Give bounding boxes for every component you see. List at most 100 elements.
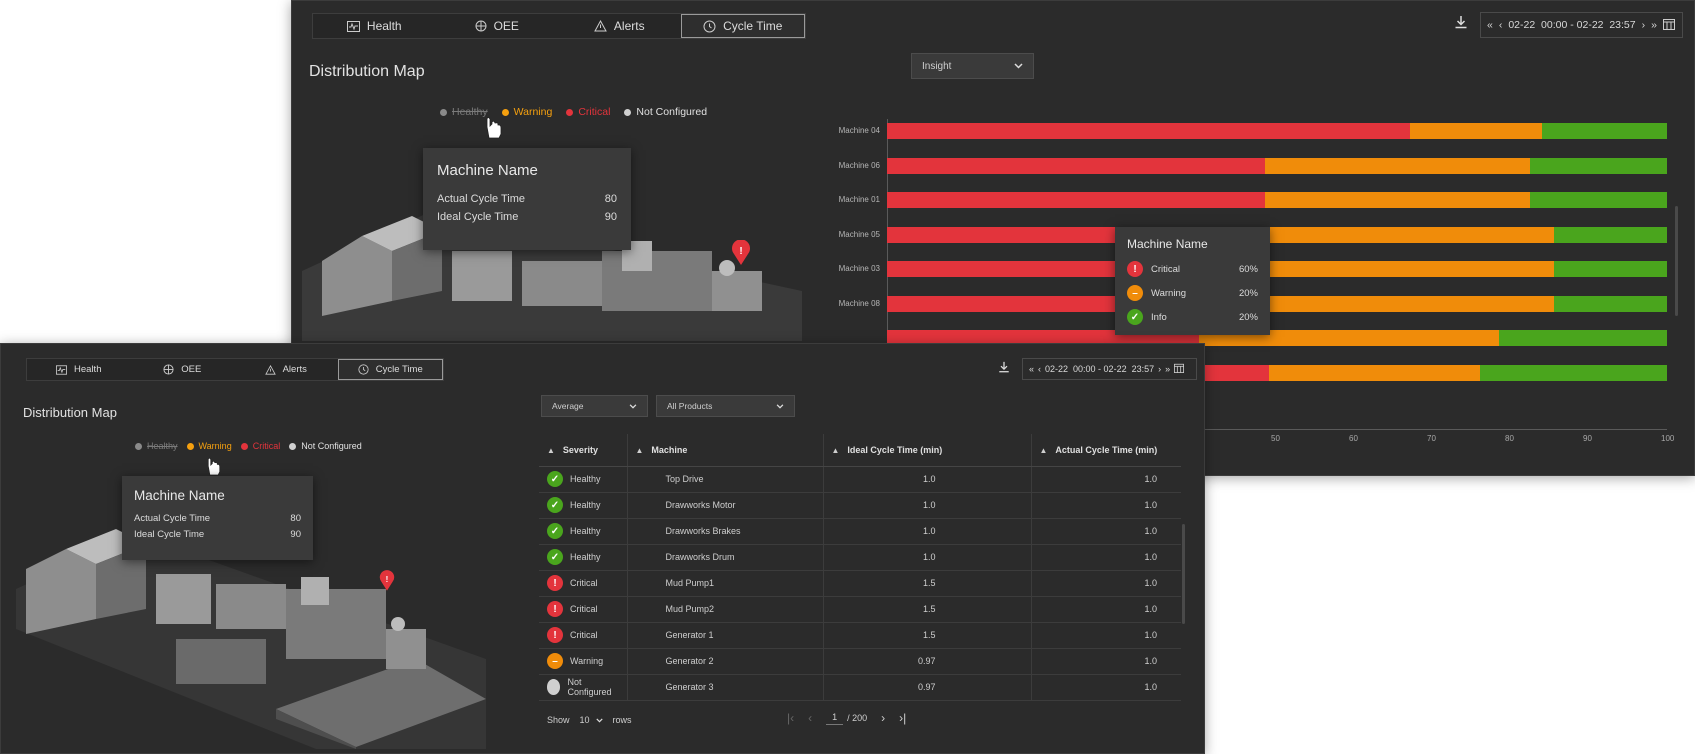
bar-segment-critical[interactable] [887,123,1410,139]
x-tick-label: 90 [1583,434,1592,443]
actual-cycle-time-cell: 1.0 [1030,648,1181,675]
download-icon[interactable] [1454,15,1468,34]
critical-location-pin-icon[interactable]: ! [731,239,751,271]
first-page-icon[interactable]: |‹ [787,711,794,725]
bar-segment-info[interactable] [1553,295,1667,312]
aggregation-dropdown[interactable]: Average [541,395,648,417]
bar-segment-warning[interactable] [1409,123,1543,139]
bar-category-label: Machine 04 [838,126,880,135]
next-icon[interactable]: › [1158,364,1161,374]
products-dropdown[interactable]: All Products [656,395,795,417]
legend-critical[interactable]: Critical [566,106,610,118]
table-row[interactable]: ! Critical Mud Pump1 1.5 1.0 [539,570,1181,597]
prev-icon[interactable]: ‹ [1499,19,1503,31]
calendar-icon[interactable] [1174,363,1185,375]
bar-segment-info[interactable] [1530,157,1667,174]
tab-health[interactable]: Health [27,359,131,380]
stacked-bar[interactable] [887,157,1667,174]
table-row[interactable]: ✓ Healthy Drawworks Motor 1.0 1.0 [539,492,1181,519]
stacked-bar[interactable] [887,123,1667,139]
table-row[interactable]: ✓ Healthy Drawworks Drum 1.0 1.0 [539,544,1181,571]
legend-not-configured[interactable]: Not Configured [289,441,362,451]
bar-segment-info[interactable] [1530,192,1667,208]
severity-cell: Not Configured [539,674,627,701]
page-total: / 200 [847,713,868,723]
clock-icon [703,20,716,33]
bar-segment-warning[interactable] [1265,295,1554,312]
table-row[interactable]: Not Configured Generator 3 0.97 1.0 [539,674,1181,701]
actual-cycle-time-cell: 1.0 [1030,544,1181,571]
critical-icon: ! [547,575,563,591]
checkmark-icon: ✓ [547,471,563,487]
ideal-cycle-time-cell: 1.5 [822,570,1031,597]
legend-warning[interactable]: Warning [501,106,552,118]
bar-segment-warning[interactable] [1269,364,1480,381]
scrollbar[interactable] [1182,524,1185,624]
table-row[interactable]: ✓ Healthy Drawworks Brakes 1.0 1.0 [539,518,1181,545]
tooltip-row: Ideal Cycle Time 90 [437,211,617,223]
last-page-icon[interactable]: » [1651,19,1657,31]
column-header-ideal[interactable]: ▲ Ideal Cycle Time (min) [822,434,1031,467]
x-tick-label: 60 [1349,434,1358,443]
legend-critical[interactable]: Critical [240,441,280,451]
table-row[interactable]: – Warning Generator 2 0.97 1.0 [539,648,1181,675]
column-header-actual[interactable]: ▲ Actual Cycle Time (min) [1030,434,1181,467]
tab-cycle-time[interactable]: Cycle Time [680,14,805,38]
tab-oee[interactable]: OEE [131,359,235,380]
ideal-cycle-time-cell: 1.0 [822,492,1031,519]
bar-segment-warning[interactable] [1265,157,1531,174]
column-header-machine[interactable]: ▲ Machine [626,434,823,467]
critical-location-pin-icon[interactable]: ! [379,570,395,597]
column-header-severity[interactable]: ▲ Severity [539,434,627,467]
bar-segment-critical[interactable] [887,157,1266,174]
stacked-bar[interactable] [887,295,1667,312]
table-row[interactable]: ! Critical Mud Pump2 1.5 1.0 [539,596,1181,623]
bar-segment-warning[interactable] [1265,261,1554,277]
date-range-picker[interactable]: « ‹ 02-22 00:00 - 02-22 23:57 › » [1480,12,1683,38]
bar-segment-warning[interactable] [1265,226,1554,243]
tab-cycle-time[interactable]: Cycle Time [337,359,443,380]
tab-alerts[interactable]: Alerts [558,14,681,38]
bar-segment-info[interactable] [1499,330,1667,346]
bar-segment-warning[interactable] [1265,192,1531,208]
legend-not-configured[interactable]: Not Configured [624,106,707,118]
ideal-cycle-time-cell: 1.0 [822,518,1031,545]
first-page-icon[interactable]: « [1487,19,1493,31]
chevron-down-icon [595,715,603,725]
page-input[interactable]: 1 [826,712,844,725]
stacked-bar[interactable] [887,192,1667,208]
first-page-icon[interactable]: « [1029,364,1034,374]
rows-select[interactable]: 10 [580,715,603,725]
table-row[interactable]: ! Critical Generator 1 1.5 1.0 [539,622,1181,649]
legend-healthy[interactable]: Healthy [135,441,178,451]
insight-dropdown[interactable]: Insight [911,53,1034,79]
stacked-bar[interactable] [887,261,1667,277]
tab-oee[interactable]: OEE [436,14,559,38]
download-icon[interactable] [998,360,1010,378]
tab-health[interactable]: Health [313,14,436,38]
ideal-cycle-time-cell: 0.97 [822,674,1031,701]
prev-page-icon[interactable]: ‹ [808,711,812,725]
bar-segment-info[interactable] [1553,226,1667,243]
tooltip-title: Machine Name [437,162,538,179]
last-page-icon[interactable]: ›| [899,711,906,725]
tab-alerts[interactable]: Alerts [234,359,338,380]
ideal-cycle-time-cell: 0.97 [822,648,1031,675]
bar-segment-info[interactable] [1479,364,1667,381]
next-page-icon[interactable]: › [881,711,885,725]
stacked-bar[interactable] [887,226,1667,243]
legend-healthy[interactable]: Healthy [440,106,488,118]
last-page-icon[interactable]: » [1165,364,1170,374]
next-icon[interactable]: › [1642,19,1646,31]
bar-segment-info[interactable] [1553,261,1667,277]
table-row[interactable]: ✓ Healthy Top Drive 1.0 1.0 [539,466,1181,493]
page-title: Distribution Map [309,63,425,80]
bar-segment-critical[interactable] [887,192,1266,208]
legend-warning[interactable]: Warning [186,441,232,451]
bar-segment-info[interactable] [1542,123,1667,139]
calendar-icon[interactable] [1662,18,1675,33]
scrollbar[interactable] [1675,206,1678,316]
date-range-picker[interactable]: « ‹ 02-22 00:00 - 02-22 23:57 › » [1022,358,1197,380]
prev-icon[interactable]: ‹ [1038,364,1041,374]
bar-tooltip-row: – Warning 20% [1127,285,1258,301]
